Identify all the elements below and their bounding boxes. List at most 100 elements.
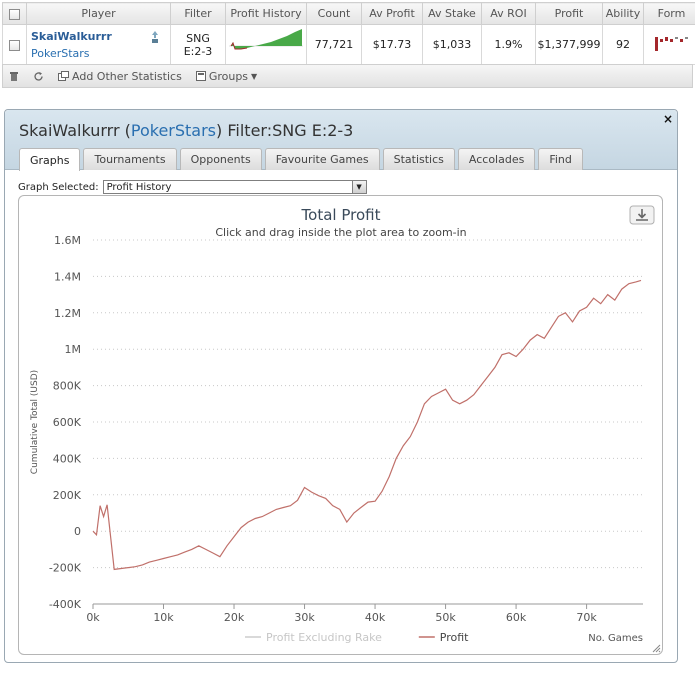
refresh-button[interactable]: [33, 71, 44, 82]
av-profit-cell: $17.73: [361, 24, 423, 65]
x-tick-label: 50k: [435, 611, 456, 624]
chart-subtitle: Click and drag inside the plot area to z…: [215, 226, 466, 239]
legend-item: Profit: [440, 631, 469, 644]
tab-accolades[interactable]: Accolades: [457, 148, 536, 170]
filter-line-1: SNG: [186, 31, 210, 45]
graph-select-value: Profit History: [106, 181, 172, 193]
row-select-cell[interactable]: [2, 24, 27, 65]
col-form[interactable]: Form: [643, 2, 695, 25]
x-tick-label: 40k: [365, 611, 386, 624]
tab-graphs[interactable]: Graphs: [19, 148, 81, 171]
x-tick-label: 30k: [294, 611, 315, 624]
x-tick-label: 20k: [224, 611, 245, 624]
panel-player-name: SkaiWalkurrr: [19, 121, 120, 140]
panel-site-link[interactable]: PokerStars: [131, 121, 216, 140]
sparkline-chart: [229, 29, 303, 50]
col-ability[interactable]: Ability: [602, 2, 644, 25]
add-other-statistics-label: Add Other Statistics: [72, 69, 182, 83]
form-cell: [643, 24, 695, 65]
col-player[interactable]: Player: [26, 2, 171, 25]
col-profit-history[interactable]: Profit History: [225, 2, 307, 25]
x-tick-label: 0k: [86, 611, 100, 624]
legend-item: Profit Excluding Rake: [266, 631, 382, 644]
chart-container: Total Profit Click and drag inside the p…: [18, 195, 663, 655]
chevron-down-icon: ▼: [251, 71, 258, 81]
filter-cell: SNG E:2-3: [170, 24, 226, 65]
x-tick-label: 10k: [153, 611, 174, 624]
y-tick-label: -400K: [49, 598, 82, 611]
tab-favourite-games[interactable]: Favourite Games: [264, 148, 380, 170]
tab-tournaments[interactable]: Tournaments: [83, 148, 177, 170]
select-all-cell[interactable]: [2, 2, 27, 25]
row-checkbox[interactable]: [9, 39, 20, 51]
ability-cell: 92: [602, 24, 644, 65]
chart-legend: Profit Excluding Rake Profit: [245, 631, 469, 644]
panel-header: SkaiWalkurrr (PokerStars) Filter:SNG E:2…: [5, 110, 677, 171]
panel-filter: Filter:SNG E:2-3: [227, 121, 354, 140]
profit-cell: $1,377,999: [535, 24, 603, 65]
y-tick-label: 1.6M: [54, 234, 81, 247]
count-cell: 77,721: [306, 24, 362, 65]
tab-find[interactable]: Find: [538, 148, 583, 170]
panel-tabs: Graphs Tournaments Opponents Favourite G…: [19, 148, 583, 171]
panel-title-close: ): [216, 121, 223, 140]
y-tick-label: 1.4M: [54, 270, 81, 283]
panel-title: SkaiWalkurrr (PokerStars) Filter:SNG E:2…: [19, 121, 353, 140]
player-cell: SkaiWalkurrr PokerStars: [26, 24, 171, 65]
groups-icon: [195, 71, 206, 81]
y-tick-label: 200K: [53, 489, 82, 502]
chart-axes: -400K -200K 0 200K 400K 600K 800K 1M 1.2M 1.4M 1.6…: [30, 234, 643, 644]
y-axis-title: Cumulative Total (USD): [30, 370, 40, 474]
sparkline-area: [231, 29, 302, 49]
delete-button[interactable]: [9, 71, 19, 82]
y-tick-label: -200K: [49, 562, 82, 575]
col-count[interactable]: Count: [306, 2, 362, 25]
player-stats-table: Player Filter Profit History Count Av Pr…: [2, 2, 695, 65]
y-tick-label: 1.2M: [54, 307, 81, 320]
tab-statistics[interactable]: Statistics: [382, 148, 455, 170]
y-tick-label: 0: [74, 525, 81, 538]
col-filter[interactable]: Filter: [170, 2, 226, 25]
x-axis-title: No. Games: [588, 633, 643, 644]
graph-select-dropdown[interactable]: Profit History ▼: [102, 180, 367, 194]
profit-history-sparkline: [225, 24, 307, 65]
table-toolbar: Add Other Statistics Groups ▼: [2, 64, 693, 88]
groups-dropdown[interactable]: Groups ▼: [195, 69, 258, 83]
close-icon[interactable]: ×: [663, 112, 673, 126]
player-detail-panel: SkaiWalkurrr (PokerStars) Filter:SNG E:2…: [4, 109, 678, 663]
col-av-profit[interactable]: Av Profit: [361, 2, 423, 25]
y-tick-label: 1M: [65, 343, 82, 356]
tab-opponents[interactable]: Opponents: [179, 148, 262, 170]
table-row[interactable]: SkaiWalkurrr PokerStars SNG E:2-3 77,721…: [2, 24, 695, 65]
chart-title: Total Profit: [301, 206, 381, 224]
chevron-down-icon: ▼: [351, 181, 366, 193]
x-tick-label: 70k: [576, 611, 597, 624]
refresh-icon: [34, 71, 43, 81]
filter-line-2: E:2-3: [183, 44, 213, 58]
export-button[interactable]: [629, 205, 655, 225]
groups-label: Groups: [208, 69, 249, 83]
av-roi-cell: 1.9%: [481, 24, 536, 65]
graph-select-row: Graph Selected: Profit History ▼: [18, 180, 367, 194]
y-tick-label: 800K: [53, 380, 82, 393]
y-tick-label: 600K: [53, 416, 82, 429]
av-stake-cell: $1,033: [422, 24, 482, 65]
resize-grip-icon[interactable]: [652, 644, 661, 653]
form-bars: [654, 37, 688, 51]
col-profit[interactable]: Profit: [535, 2, 603, 25]
x-tick-label: 60k: [506, 611, 527, 624]
profit-chart[interactable]: Total Profit Click and drag inside the p…: [19, 196, 664, 656]
col-av-stake[interactable]: Av Stake: [422, 2, 482, 25]
table-header-row: Player Filter Profit History Count Av Pr…: [2, 2, 695, 25]
trash-icon: [10, 71, 18, 81]
series-line-profit: [92, 279, 642, 571]
select-all-checkbox[interactable]: [9, 8, 20, 20]
player-site-link[interactable]: PokerStars: [31, 47, 169, 60]
player-name-link[interactable]: SkaiWalkurrr: [31, 30, 169, 43]
add-stats-icon: [58, 71, 69, 81]
add-other-statistics-button[interactable]: Add Other Statistics: [58, 70, 182, 83]
col-av-roi[interactable]: Av ROI: [481, 2, 536, 25]
graph-select-label: Graph Selected:: [18, 181, 99, 193]
chart-series: [92, 279, 642, 571]
y-tick-label: 400K: [53, 452, 82, 465]
